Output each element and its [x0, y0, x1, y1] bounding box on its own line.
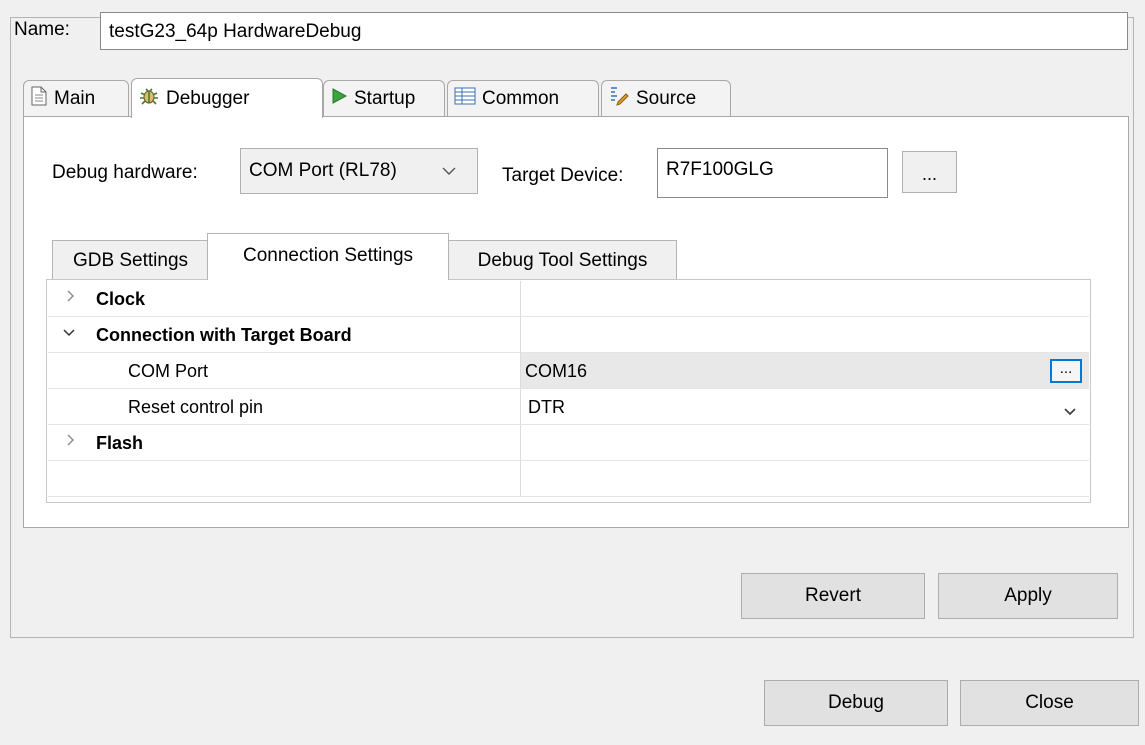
target-device-input[interactable]: R7F100GLG	[657, 148, 888, 198]
column-divider	[520, 389, 521, 424]
play-icon	[330, 87, 348, 111]
column-divider	[520, 425, 521, 460]
subtab-debug-tool-settings[interactable]: Debug Tool Settings	[448, 240, 677, 280]
document-icon	[30, 86, 48, 112]
tab-source[interactable]: Source	[601, 80, 731, 117]
table-icon	[454, 86, 476, 112]
tree-row-empty	[48, 461, 1089, 497]
chevron-down-icon	[442, 160, 456, 181]
tab-startup[interactable]: Startup	[323, 80, 445, 117]
tab-startup-label: Startup	[354, 88, 416, 109]
tree-row-com-port[interactable]: COM Port COM16 ...	[48, 353, 1089, 389]
tree-row-connection-target-board[interactable]: Connection with Target Board	[48, 317, 1089, 353]
target-device-browse-button[interactable]: ...	[902, 151, 957, 193]
debug-button[interactable]: Debug	[764, 680, 948, 726]
com-port-value-cell[interactable]: COM16 ...	[521, 353, 1089, 388]
com-port-value: COM16	[525, 361, 588, 381]
tab-debugger-label: Debugger	[166, 87, 250, 109]
bug-icon	[138, 85, 160, 113]
subtab-gdb-settings[interactable]: GDB Settings	[52, 240, 208, 280]
chevron-right-icon[interactable]	[66, 433, 76, 452]
column-divider	[520, 461, 521, 496]
apply-button[interactable]: Apply	[938, 573, 1118, 619]
column-divider	[520, 317, 521, 352]
subtab-gdb-settings-label: GDB Settings	[72, 250, 189, 271]
chevron-down-icon[interactable]	[1063, 401, 1077, 422]
debug-hardware-label: Debug hardware:	[52, 162, 198, 183]
tree-row-label: Flash	[96, 433, 144, 453]
name-label: Name:	[14, 19, 70, 40]
name-input[interactable]: testG23_64p HardwareDebug	[100, 12, 1128, 50]
subtab-debug-tool-settings-label: Debug Tool Settings	[477, 250, 648, 271]
tree-row-label: Connection with Target Board	[96, 325, 352, 345]
column-divider	[520, 281, 521, 316]
subtab-connection-settings-label: Connection Settings	[242, 245, 414, 266]
tab-main[interactable]: Main	[23, 80, 129, 117]
tab-source-label: Source	[636, 88, 697, 109]
com-port-browse-button[interactable]: ...	[1050, 359, 1082, 383]
subtab-connection-settings[interactable]: Connection Settings	[207, 233, 449, 280]
tab-common[interactable]: Common	[447, 80, 599, 117]
tab-debugger[interactable]: Debugger	[131, 78, 323, 118]
tab-main-label: Main	[54, 88, 96, 109]
target-device-label: Target Device:	[502, 165, 624, 186]
source-icon	[608, 86, 630, 112]
tree-row-label: Reset control pin	[128, 397, 264, 417]
tree-row-flash[interactable]: Flash	[48, 425, 1089, 461]
close-button[interactable]: Close	[960, 680, 1139, 726]
tab-common-label: Common	[482, 88, 560, 109]
tree-row-reset-control-pin[interactable]: Reset control pin DTR	[48, 389, 1089, 425]
revert-button[interactable]: Revert	[741, 573, 925, 619]
connection-settings-tree: Clock Connection with Target Board COM P…	[46, 279, 1091, 503]
tree-row-clock[interactable]: Clock	[48, 281, 1089, 317]
chevron-right-icon[interactable]	[66, 289, 76, 308]
chevron-down-icon[interactable]	[62, 325, 76, 343]
tree-row-label: COM Port	[128, 361, 209, 381]
reset-control-pin-value[interactable]: DTR	[528, 397, 565, 418]
tree-row-label: Clock	[96, 289, 146, 309]
